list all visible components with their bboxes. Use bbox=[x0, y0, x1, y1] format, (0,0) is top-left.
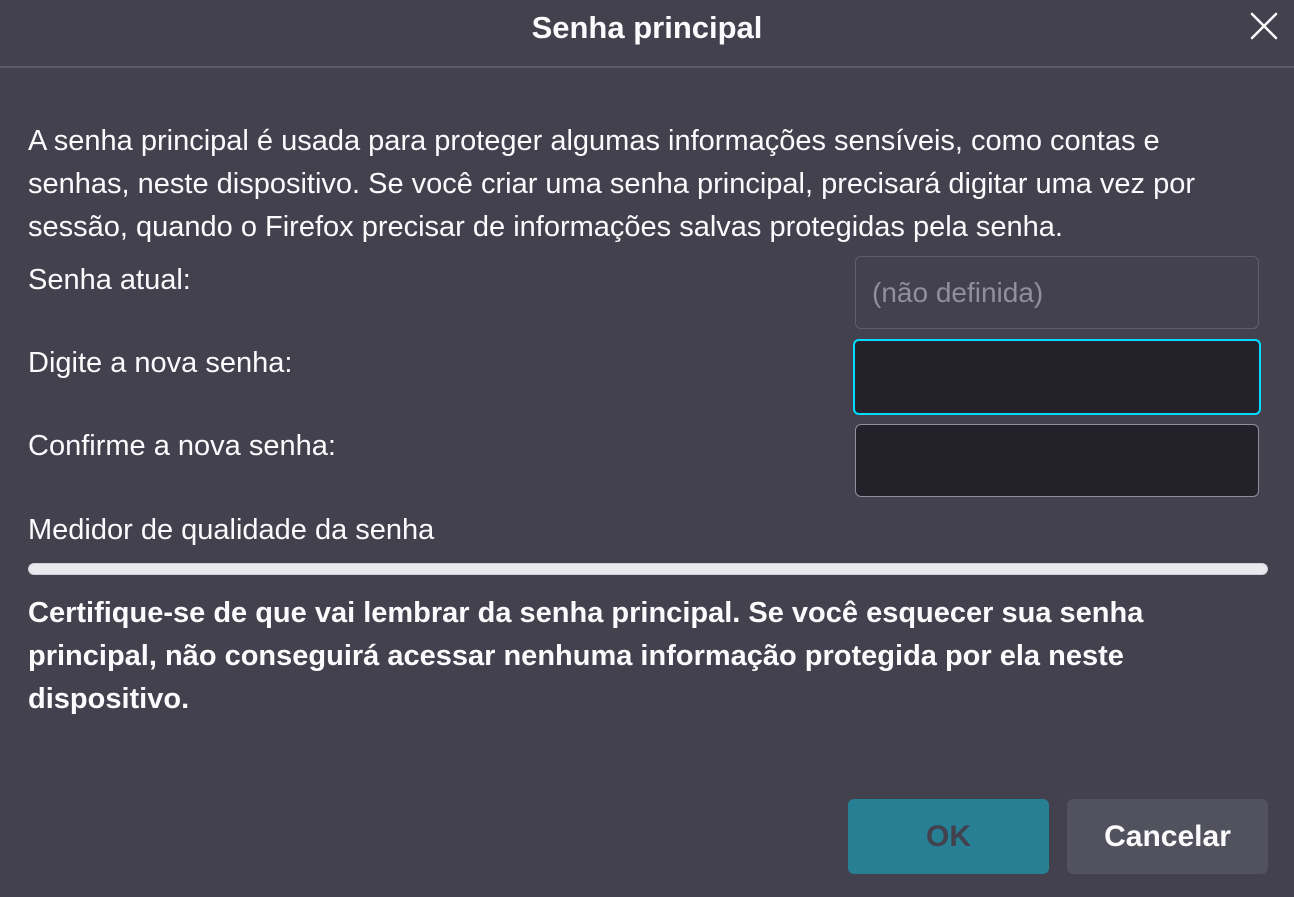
confirm-password-label: Confirme a nova senha: bbox=[28, 430, 336, 462]
confirm-password-input[interactable] bbox=[855, 424, 1259, 497]
ok-button[interactable]: OK bbox=[848, 799, 1049, 874]
new-password-label: Digite a nova senha: bbox=[28, 347, 293, 379]
dialog-title: Senha principal bbox=[531, 10, 763, 45]
current-password-label: Senha atual: bbox=[28, 264, 191, 296]
password-quality-label: Medidor de qualidade da senha bbox=[28, 514, 435, 546]
intro-text: A senha principal é usada para proteger … bbox=[28, 125, 1196, 243]
new-password-input[interactable] bbox=[853, 339, 1261, 415]
master-password-dialog: Senha principal A senha principal é usad… bbox=[0, 0, 1294, 897]
warning-text: Certifique-se de que vai lembrar da senh… bbox=[28, 597, 1144, 715]
password-quality-meter bbox=[28, 563, 1268, 575]
cancel-button[interactable]: Cancelar bbox=[1067, 799, 1268, 874]
current-password-input bbox=[855, 256, 1259, 329]
dialog-titlebar: Senha principal bbox=[0, 0, 1294, 68]
close-icon[interactable] bbox=[1246, 8, 1282, 44]
